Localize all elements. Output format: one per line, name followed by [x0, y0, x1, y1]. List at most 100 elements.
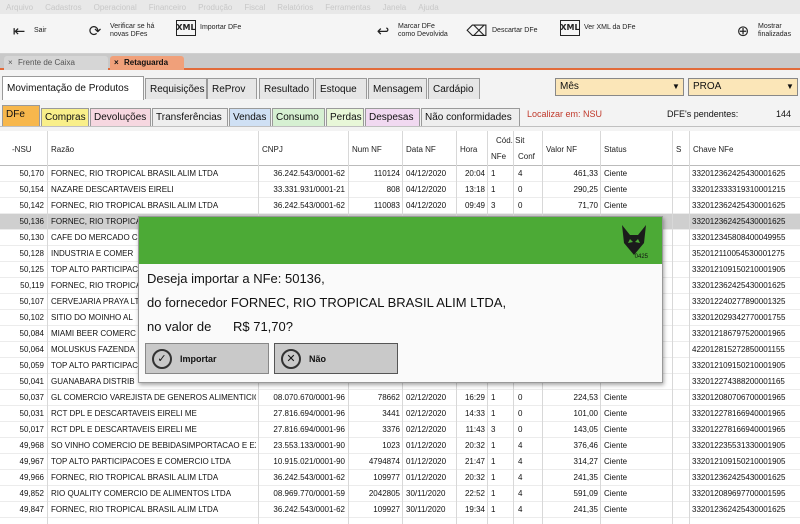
period-select[interactable]: Mês ▼ [555, 78, 684, 96]
cell-nsu: 50,107 [19, 297, 44, 306]
table-row[interactable]: 50,170 FORNEC, RIO TROPICAL BRASIL ALIM L… [0, 166, 800, 182]
cell-cnpj: 36.242.543/0001-62 [273, 169, 345, 178]
close-icon[interactable]: × [114, 56, 119, 70]
col-nsu[interactable]: -NSU [12, 145, 32, 154]
menu-item[interactable]: Fiscal [244, 3, 265, 12]
cell-nfe: 1 [491, 393, 496, 402]
col-s[interactable]: S [676, 145, 681, 154]
tab-transferencias[interactable]: Transferências [152, 108, 228, 126]
tab-retaguarda[interactable]: × Retaguarda [110, 56, 184, 70]
cell-num: 78662 [377, 393, 400, 402]
cell-cnpj: 23.553.133/0001-90 [273, 441, 345, 450]
col-chave[interactable]: Chave NFe [693, 145, 733, 154]
verificar-button[interactable]: ⟳ Verificar se há novas DFes [84, 20, 155, 42]
descartar-button[interactable]: ⌫ Descartar DFe [466, 20, 537, 42]
tab-perdas[interactable]: Perdas [326, 108, 364, 126]
importar-button[interactable]: XML Importar DFe [176, 20, 241, 36]
menu-item[interactable]: Financeiro [149, 3, 186, 12]
col-numnf[interactable]: Num NF [352, 145, 382, 154]
tab-estoque[interactable]: Estoque [315, 78, 367, 99]
cell-nsu: 50,037 [19, 393, 44, 402]
tab-devolucoes[interactable]: Devoluções [90, 108, 151, 126]
cell-nsu: 50,119 [20, 281, 44, 290]
cell-chave: 332012109150210001905 [692, 361, 786, 370]
return-icon: ↩ [376, 22, 390, 40]
cell-cnpj: 10.915.021/0001-90 [273, 457, 345, 466]
menu-item[interactable]: Cadastros [45, 3, 81, 12]
mostrar-finalizadas-button[interactable]: ⊕ Mostrar finalizadas [732, 20, 791, 42]
menu-item[interactable]: Ferramentas [325, 3, 370, 12]
tab-reprov[interactable]: ReProv [207, 78, 257, 99]
tab-resultado[interactable]: Resultado [259, 78, 314, 99]
col-valor[interactable]: Valor NF [546, 145, 577, 154]
table-row[interactable]: 49,966 FORNEC, RIO TROPICAL BRASIL ALIM L… [0, 470, 800, 486]
cell-hora: 20:32 [464, 473, 485, 482]
cell-chave: 332012362425430001625 [692, 473, 786, 482]
tab-movimentacao[interactable]: Movimentação de Produtos [2, 76, 144, 100]
col-hora[interactable]: Hora [460, 145, 477, 154]
cell-conf: 0 [518, 201, 523, 210]
exit-icon: ⇤ [12, 22, 26, 40]
tab-frente-caixa[interactable]: × Frente de Caixa [4, 56, 108, 70]
cell-razao: GL COMERCIO VAREJISTA DE GENEROS ALIMENT… [51, 393, 256, 402]
menu-item[interactable]: Operacional [94, 3, 137, 12]
cell-razao: FORNEC, RIO TROPICAL BRASIL ALIM LTDA [51, 201, 219, 210]
cell-status: Ciente [604, 169, 628, 178]
search-plus-icon: ⊕ [736, 22, 750, 40]
cell-nsu: 49,847 [19, 505, 44, 514]
close-icon[interactable]: × [8, 56, 13, 70]
tab-consumo[interactable]: Consumo [272, 108, 325, 126]
cell-razao: FORNEC, RIO TROPICAL BRASIL ALIM LTDA [51, 169, 219, 178]
ver-xml-button[interactable]: XML Ver XML da DFe [560, 20, 636, 36]
menu-item[interactable]: Relatórios [277, 3, 313, 12]
cell-nsu: 50,142 [19, 201, 44, 210]
nao-button[interactable]: ✕ Não [274, 343, 398, 374]
sair-button[interactable]: ⇤ Sair [8, 20, 47, 42]
cell-status: Ciente [604, 505, 628, 514]
tab-requisicoes[interactable]: Requisições [145, 78, 207, 99]
tab-compras[interactable]: Compras [41, 108, 89, 126]
col-datanf[interactable]: Data NF [406, 145, 436, 154]
table-row[interactable]: 50,037 GL COMERCIO VAREJISTA DE GENEROS A… [0, 390, 800, 406]
table-row[interactable]: 50,142 FORNEC, RIO TROPICAL BRASIL ALIM L… [0, 198, 800, 214]
col-cnpj[interactable]: CNPJ [262, 145, 283, 154]
cell-data: 02/12/2020 [406, 393, 447, 402]
cell-chave: 332012278166940001965 [692, 409, 786, 418]
col-conf[interactable]: Conf [518, 152, 535, 161]
tab-cardapio[interactable]: Cardápio [428, 78, 480, 99]
table-row[interactable]: 50,154 NAZARE DESCARTAVEIS EIRELI 33.331.9… [0, 182, 800, 198]
company-select[interactable]: PROA ▼ [688, 78, 798, 96]
table-row[interactable]: 49,847 FORNEC, RIO TROPICAL BRASIL ALIM L… [0, 502, 800, 518]
cell-num: 109927 [373, 505, 400, 514]
dialog-logo-text: 0425 [634, 254, 648, 260]
tab-nao-conformidades[interactable]: Não conformidades [421, 108, 520, 126]
cell-nsu: 50,064 [19, 345, 44, 354]
col-nfe[interactable]: NFe [491, 152, 506, 161]
cell-nsu: 49,852 [19, 489, 44, 498]
cell-conf: 4 [518, 505, 523, 514]
menu-item[interactable]: Janela [383, 3, 407, 12]
cell-nfe: 1 [491, 457, 496, 466]
cell-valor: 224,53 [573, 393, 598, 402]
table-row[interactable]: 50,017 RCT DPL E DESCARTAVEIS EIRELI ME 27… [0, 422, 800, 438]
tab-dfe[interactable]: DFe [2, 105, 40, 126]
table-row[interactable]: 49,852 RIO QUALITY COMERCIO DE ALIMENTOS … [0, 486, 800, 502]
menu-item[interactable]: Arquivo [6, 3, 33, 12]
menu-item[interactable]: Produção [198, 3, 232, 12]
tab-vendas[interactable]: Vendas [229, 108, 271, 126]
cell-nfe: 3 [491, 201, 496, 210]
col-status[interactable]: Status [604, 145, 627, 154]
menu-item[interactable]: Ajuda [418, 3, 438, 12]
cell-conf: 4 [518, 457, 523, 466]
col-razao[interactable]: Razão [51, 145, 74, 154]
importar-confirm-button[interactable]: ✓ Importar [145, 343, 269, 374]
table-row[interactable]: 49,967 TOP ALTO PARTICIPACOES E COMERCIO … [0, 454, 800, 470]
cell-chave: 422012815272850001155 [692, 345, 785, 354]
tab-mensagem[interactable]: Mensagem [368, 78, 427, 99]
marcar-devolvida-button[interactable]: ↩ Marcar DFe como Devolvida [372, 20, 448, 42]
table-row[interactable]: 49,968 SO VINHO COMERCIO DE BEBIDASIMPORT… [0, 438, 800, 454]
dialog-line-2: do fornecedor FORNEC, RIO TROPICAL BRASI… [147, 295, 507, 310]
table-row[interactable]: 50,031 RCT DPL E DESCARTAVEIS EIRELI ME 27… [0, 406, 800, 422]
cell-num: 109977 [373, 473, 400, 482]
tab-despesas[interactable]: Despesas [365, 108, 420, 126]
